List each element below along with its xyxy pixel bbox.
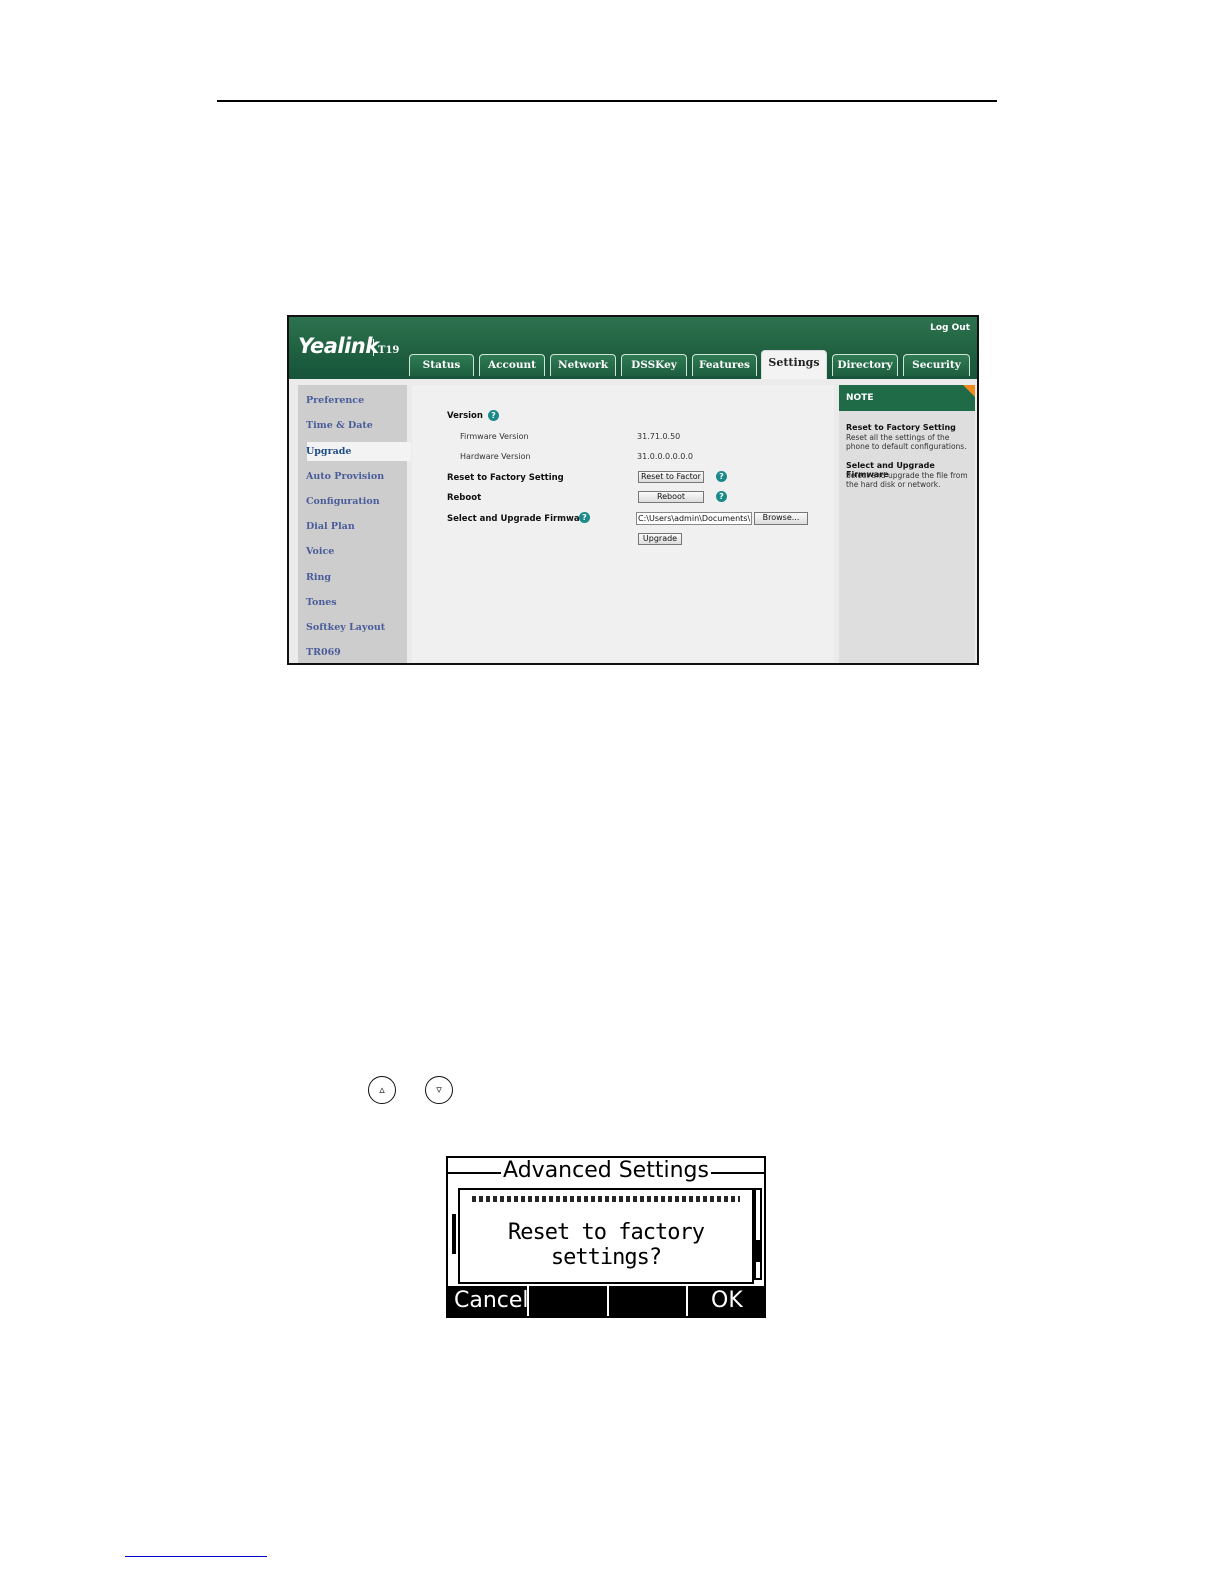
firmware-file-path-field[interactable]: C:\Users\admin\Documents\ xyxy=(636,512,752,525)
sidebar-item-upgrade[interactable]: Upgrade xyxy=(306,446,351,457)
sidebar-item-configuration[interactable]: Configuration xyxy=(306,496,380,507)
down-navigation-key-icon: ▿ xyxy=(425,1076,453,1104)
phone-lcd-screenshot: Advanced Settings Reset to factory setti… xyxy=(446,1156,766,1318)
reboot-label: Reboot xyxy=(447,493,482,503)
tab-status[interactable]: Status xyxy=(409,354,474,376)
softkey-separator xyxy=(527,1286,529,1316)
upgrade-help-icon[interactable]: ? xyxy=(579,512,590,523)
hardware-version-value: 31.0.0.0.0.0.0 xyxy=(637,452,693,461)
reset-to-factory-button[interactable]: Reset to Factor xyxy=(638,471,704,483)
note-upgrade-text: Select and upgrade the file from the har… xyxy=(846,471,968,489)
up-navigation-key-icon: ▵ xyxy=(368,1076,396,1104)
tab-security[interactable]: Security xyxy=(903,354,970,376)
reboot-button[interactable]: Reboot xyxy=(638,491,704,503)
cancel-softkey[interactable]: Cancel xyxy=(454,1286,529,1316)
upgrade-firmware-label: Select and Upgrade Firmware xyxy=(447,514,590,524)
sidebar-item-voice[interactable]: Voice xyxy=(306,546,334,557)
confirm-dialog: Reset to factory settings? xyxy=(458,1188,754,1284)
model-label: T19 xyxy=(378,345,400,356)
yealink-logo: Yealink xyxy=(298,334,379,358)
note-corner-accent xyxy=(963,385,975,397)
tab-directory[interactable]: Directory xyxy=(832,354,898,376)
logout-link[interactable]: Log Out xyxy=(930,323,970,333)
version-label: Version xyxy=(447,411,483,421)
upgrade-panel: Version ? Firmware Version 31.71.0.50 Ha… xyxy=(412,385,834,663)
hardware-version-label: Hardware Version xyxy=(460,452,531,461)
browse-button[interactable]: Browse... xyxy=(754,512,808,525)
sidebar-item-tr069[interactable]: TR069 xyxy=(306,647,341,658)
lcd-title: Advanced Settings xyxy=(448,1158,764,1183)
lcd-scroll-thumb xyxy=(756,1240,760,1262)
footer-link-underline[interactable] xyxy=(125,1556,267,1557)
web-ui-screenshot: Yealink T19 Log Out Status Account Netwo… xyxy=(287,315,979,665)
lcd-list-marker xyxy=(452,1214,456,1254)
lcd-scrollbar xyxy=(754,1188,762,1280)
reset-help-icon[interactable]: ? xyxy=(716,471,727,482)
softkey-bar: Cancel OK xyxy=(448,1286,764,1316)
sidebar-item-softkey-layout[interactable]: Softkey Layout xyxy=(306,622,385,633)
lcd-title-text: Advanced Settings xyxy=(501,1158,711,1183)
sidebar-item-tones[interactable]: Tones xyxy=(306,597,337,608)
reset-factory-label: Reset to Factory Setting xyxy=(447,473,564,483)
web-header: Yealink T19 Log Out Status Account Netwo… xyxy=(289,317,977,379)
logo-separator xyxy=(373,339,374,356)
version-help-icon[interactable]: ? xyxy=(488,410,499,421)
softkey-separator xyxy=(607,1286,609,1316)
sidebar-item-ring[interactable]: Ring xyxy=(306,572,331,583)
sidebar-item-time-date[interactable]: Time & Date xyxy=(306,420,373,431)
tab-settings[interactable]: Settings xyxy=(761,350,827,379)
dialog-message: Reset to factory settings? xyxy=(508,1220,705,1270)
note-reset-text: Reset all the settings of the phone to d… xyxy=(846,433,967,451)
tab-account[interactable]: Account xyxy=(479,354,545,376)
ok-softkey[interactable]: OK xyxy=(711,1286,743,1316)
note-panel: NOTE Reset to Factory Setting Reset all … xyxy=(839,385,975,663)
firmware-version-label: Firmware Version xyxy=(460,432,529,441)
softkey-separator xyxy=(686,1286,688,1316)
header-rule xyxy=(217,100,997,102)
sidebar-item-preference[interactable]: Preference xyxy=(306,395,364,406)
reboot-help-icon[interactable]: ? xyxy=(716,491,727,502)
note-reset-title: Reset to Factory Setting xyxy=(846,423,956,432)
tab-features[interactable]: Features xyxy=(692,354,757,376)
sidebar-item-auto-provision[interactable]: Auto Provision xyxy=(306,471,384,482)
upgrade-button[interactable]: Upgrade xyxy=(638,533,682,545)
dialog-pattern xyxy=(472,1196,740,1202)
sidebar-item-dial-plan[interactable]: Dial Plan xyxy=(306,521,355,532)
note-heading: NOTE xyxy=(839,385,975,411)
tab-network[interactable]: Network xyxy=(550,354,616,376)
firmware-version-value: 31.71.0.50 xyxy=(637,432,681,441)
tab-dsskey[interactable]: DSSKey xyxy=(621,354,687,376)
